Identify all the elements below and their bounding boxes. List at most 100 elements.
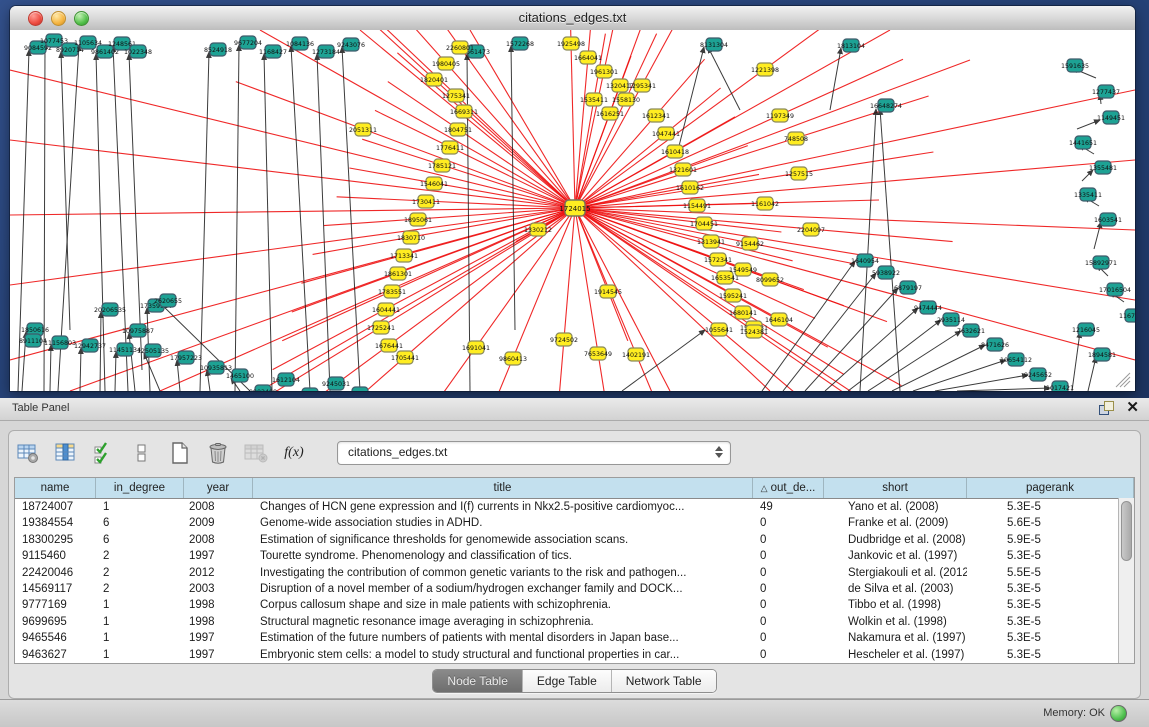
tab-network-table[interactable]: Network Table [612, 670, 716, 692]
table-panel-title: Table Panel [12, 402, 70, 414]
table-cell: 2 [96, 581, 184, 597]
new-document-icon[interactable] [167, 440, 193, 466]
graph-node-label: 1850616 [21, 327, 49, 334]
column-header-out-de[interactable]: △out_de... [753, 478, 824, 498]
table-cell: 2 [96, 565, 184, 581]
graph-node-label: 9677204 [234, 40, 262, 47]
graph-node-label: 9243076 [337, 42, 365, 49]
table-cell: Investigating the contribution of common… [253, 565, 753, 581]
graph-node-label: 1813104 [837, 43, 865, 50]
column-header-short[interactable]: short [824, 478, 967, 498]
table-row[interactable]: 1938455462009Genome-wide association stu… [15, 515, 1134, 531]
table-cell: 5.3E-5 [967, 581, 1134, 597]
float-panel-icon[interactable] [1099, 401, 1114, 416]
graph-node-label: 1914545 [594, 289, 622, 296]
graph-node-label: 12505135 [137, 348, 169, 355]
black-edge [100, 312, 101, 391]
memory-status-icon[interactable] [1110, 705, 1127, 722]
graph-node-label: 1725241 [367, 325, 395, 332]
table-scrollbar-thumb[interactable] [1121, 501, 1132, 561]
table-cell: 2009 [184, 515, 253, 531]
red-edge [349, 30, 575, 208]
table-cell: Wolkin et al. (1998) [824, 614, 967, 630]
node-table: namein_degreeyeartitle△out_de...shortpag… [14, 477, 1135, 664]
table-column-icon[interactable] [53, 440, 79, 466]
column-header-in-degree[interactable]: in_degree [96, 478, 184, 498]
column-header-name[interactable]: name [15, 478, 96, 498]
black-edge [1072, 332, 1080, 391]
table-cell: 0 [753, 647, 824, 663]
graph-node-label: 1610418 [661, 149, 689, 156]
graph-node-label: 1616251 [596, 111, 624, 118]
combobox-stepper-icon[interactable] [715, 446, 723, 458]
table-row[interactable]: 969969511998Structural magnetic resonanc… [15, 614, 1134, 630]
column-header-pagerank[interactable]: pagerank [967, 478, 1134, 498]
graph-node-label: 7653649 [584, 351, 612, 358]
graph-node-label: 1820401 [420, 77, 448, 84]
table-cell: 5.3E-5 [967, 548, 1134, 564]
tab-edge-table[interactable]: Edge Table [523, 670, 612, 692]
table-cell: 1 [96, 597, 184, 613]
table-row[interactable]: 1456911722003Disruption of a novel membe… [15, 581, 1134, 597]
window-titlebar[interactable]: citations_edges.txt [10, 6, 1135, 31]
table-settings-icon[interactable] [15, 440, 41, 466]
table-row[interactable]: 977716911998Corpus callosum shape and si… [15, 597, 1134, 613]
graph-node-label: 1313941 [697, 239, 725, 246]
graph-node-label: 10654112 [1000, 357, 1032, 364]
table-cell: 5.5E-5 [967, 565, 1134, 581]
black-edge [708, 47, 740, 110]
graph-node-label: 1524381 [740, 329, 768, 336]
graph-node-label: 1705441 [391, 355, 419, 362]
select-rows-icon[interactable] [91, 440, 117, 466]
close-panel-icon[interactable]: ✕ [1126, 400, 1139, 416]
table-cell: Corpus callosum shape and size in male p… [253, 597, 753, 613]
graph-node-label: 1549549 [729, 267, 757, 274]
table-cell: Structural magnetic resonance image aver… [253, 614, 753, 630]
canvas-resize-grip[interactable] [1116, 373, 1130, 387]
graph-node-label: 1785121 [428, 163, 456, 170]
red-edge [301, 208, 575, 283]
table-selector-combobox[interactable]: citations_edges.txt [337, 441, 731, 465]
graph-node-label: 17957223 [170, 355, 202, 362]
red-edge [575, 174, 759, 208]
table-cell: 2012 [184, 565, 253, 581]
tab-node-table[interactable]: Node Table [433, 670, 523, 692]
table-row[interactable]: 946554611997Estimation of the future num… [15, 630, 1134, 646]
graph-node-label: 1783551 [378, 289, 406, 296]
red-edge [575, 208, 953, 242]
graph-node-label: 1022348 [124, 49, 152, 56]
red-edge [260, 30, 575, 208]
red-edge [575, 90, 1135, 208]
black-edge [783, 273, 876, 391]
row-height-icon[interactable] [129, 440, 155, 466]
citation-graph[interactable]: 9084592107745389207141105634986140212485… [10, 30, 1135, 391]
graph-node-label: 20206535 [94, 307, 126, 314]
table-cell: 0 [753, 581, 824, 597]
fx-label: f(x) [284, 445, 303, 461]
delete-trash-icon[interactable] [205, 440, 231, 466]
table-scrollbar[interactable] [1118, 498, 1134, 663]
table-cell: Estimation of significance thresholds fo… [253, 532, 753, 548]
black-edge [1088, 357, 1096, 391]
network-canvas[interactable]: 9084592107745389207141105634986140212485… [10, 30, 1135, 391]
table-row[interactable]: 1830029562008Estimation of significance … [15, 532, 1134, 548]
column-header-year[interactable]: year [184, 478, 253, 498]
table-row[interactable]: 1872400712008Changes of HCN gene express… [15, 499, 1134, 515]
table-row[interactable]: 2242004622012Investigating the contribut… [15, 565, 1134, 581]
graph-node[interactable] [302, 388, 318, 391]
table-cell: 19384554 [15, 515, 96, 531]
graph-node-label: 15892971 [1085, 260, 1117, 267]
table-cell: 1997 [184, 548, 253, 564]
table-toolbar: f(x) citations_edges.txt [15, 437, 1134, 469]
function-builder-icon[interactable]: f(x) [281, 440, 307, 466]
graph-node-label: 1017421 [1046, 385, 1074, 391]
table-row[interactable]: 946362711997Embryonic stem cells: a mode… [15, 647, 1134, 663]
graph-node-label: 1055641 [705, 327, 733, 334]
graph-node-label: 2260801 [446, 45, 474, 52]
graph-node-label: 9724502 [550, 337, 578, 344]
table-row[interactable]: 911546021997Tourette syndrome. Phenomeno… [15, 548, 1134, 564]
column-header-title[interactable]: title [253, 478, 753, 498]
graph-node-label: 1925498 [557, 41, 585, 48]
table-cell: Changes of HCN gene expression and I(f) … [253, 499, 753, 515]
graph-node-label: 17016504 [1099, 287, 1131, 294]
